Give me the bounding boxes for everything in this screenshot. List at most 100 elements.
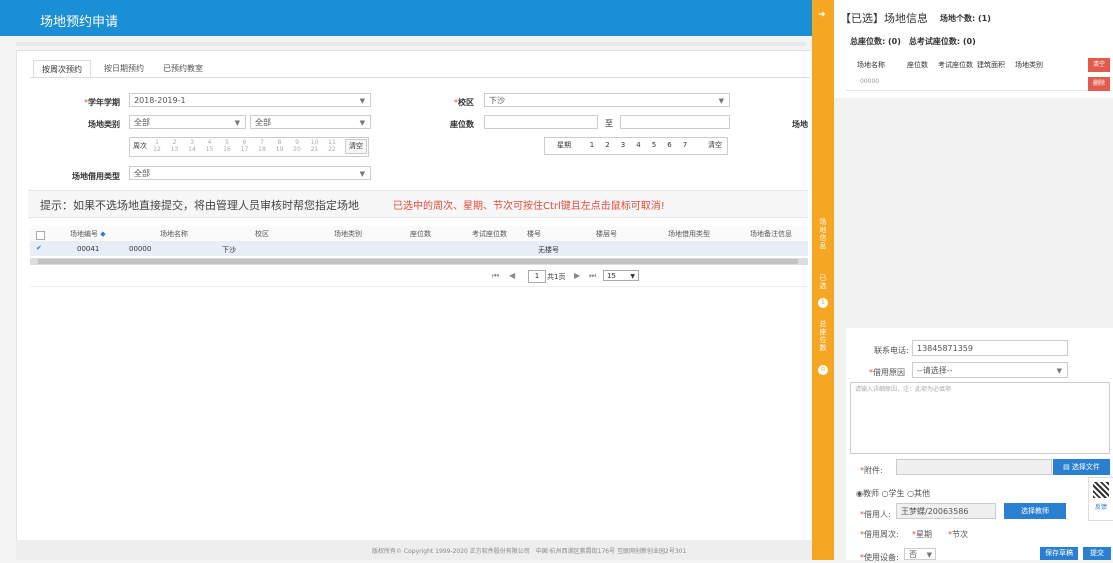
pager-size-select[interactable]: 15 ▼	[603, 270, 639, 281]
reason-select[interactable]: --请选择-- ▼	[912, 362, 1068, 378]
pager-next-icon[interactable]: ▶	[574, 271, 580, 280]
venue-count: 场地个数: (1)	[940, 14, 991, 23]
weekday-cell[interactable]: 4	[633, 138, 645, 153]
strip-venue-info[interactable]: 场地信息	[812, 218, 834, 250]
pager-first-icon[interactable]: ⏮	[492, 271, 499, 281]
col-remarks: 场地备注信息	[750, 230, 792, 238]
col-building: 楼号	[527, 230, 541, 238]
col-floor: 楼层号	[596, 230, 617, 238]
tab-by-week[interactable]: 按周次预约	[33, 60, 91, 78]
col-seats: 座位数	[410, 230, 431, 238]
arrow-right-icon[interactable]: ➜	[818, 10, 826, 20]
device-select[interactable]: 否 ▼	[904, 548, 936, 560]
weekday-cell[interactable]: 2	[602, 138, 614, 153]
seats-min-input[interactable]	[484, 115, 598, 129]
venue-type-select[interactable]: 全部 ▼	[129, 115, 246, 129]
pager-last-icon[interactable]: ⏭	[589, 271, 596, 281]
hint-warning: 已选中的周次、星期、节次可按住Ctrl键且左点击鼠标可取消!	[393, 201, 665, 212]
choose-file-button[interactable]: ▤ 选择文件	[1053, 459, 1110, 475]
week-cell[interactable]: 9	[291, 139, 303, 146]
save-draft-button[interactable]: 保存草稿	[1040, 547, 1078, 560]
strip-total-seats[interactable]: 总座位数	[812, 320, 834, 352]
selected-row-name: 00000	[860, 78, 880, 85]
weekday-cell[interactable]: 1	[586, 138, 598, 153]
role-radio-group[interactable]: ◉教师 ○学生 ○其他	[856, 488, 930, 499]
pager-page-input[interactable]: 1	[528, 270, 546, 283]
weekday-cell[interactable]: 6	[664, 138, 676, 153]
usage-type-select[interactable]: 全部 ▼	[129, 166, 371, 180]
chevron-down-icon: ▼	[234, 119, 240, 127]
seats-max-input[interactable]	[620, 115, 730, 129]
role-radio-other[interactable]: ○其他	[907, 489, 930, 498]
feedback-link[interactable]: 反馈	[1095, 502, 1107, 511]
col-usage-type: 场地借用类型	[668, 230, 710, 238]
cell-campus: 下沙	[222, 246, 236, 254]
venue-subtype-select[interactable]: 全部 ▼	[250, 115, 371, 129]
weekday-cell[interactable]: 7	[679, 138, 691, 153]
weekday-cell[interactable]: 3	[617, 138, 629, 153]
attach-input[interactable]	[896, 459, 1052, 475]
week-cell[interactable]: 18	[256, 146, 268, 153]
week-cell[interactable]: 8	[274, 139, 286, 146]
venue-label-cut: 场地	[792, 120, 808, 129]
week-cell[interactable]: 15	[204, 146, 216, 153]
semester-select[interactable]: 2018-2019-1 ▼	[129, 93, 371, 107]
sub-strip	[16, 42, 806, 46]
role-radio-teacher[interactable]: ◉教师	[856, 489, 879, 498]
col-venue-code[interactable]: 场地编号 ◆	[70, 229, 106, 239]
week-cell[interactable]: 17	[239, 146, 251, 153]
week-cell[interactable]: 1	[151, 139, 163, 146]
attach-label: *附件:	[860, 466, 883, 475]
chevron-down-icon: ▼	[1056, 367, 1062, 375]
tab-by-date[interactable]: 按日期预约	[104, 60, 144, 77]
week-cell[interactable]: 2	[169, 139, 181, 146]
week-cell[interactable]: 12	[151, 146, 163, 153]
week-cell[interactable]: 6	[239, 139, 251, 146]
week-cell[interactable]: 19	[274, 146, 286, 153]
week-cell[interactable]: 20	[291, 146, 303, 153]
device-label: *使用设备:	[860, 553, 899, 562]
scrollbar-thumb[interactable]	[38, 259, 798, 264]
row-check-icon[interactable]: ✔	[36, 244, 42, 252]
select-all-checkbox[interactable]	[36, 231, 45, 240]
week-cell[interactable]: 13	[169, 146, 181, 153]
delete-button[interactable]: 删除	[1088, 77, 1110, 91]
folder-icon: ▤	[1063, 463, 1070, 471]
total-seats-badge: 0	[818, 365, 828, 375]
cell-venue-name: 00000	[129, 245, 152, 253]
week-cell[interactable]: 16	[221, 146, 233, 153]
choose-teacher-button[interactable]: 选择教师	[1004, 503, 1066, 519]
week-cell[interactable]: 21	[309, 146, 321, 153]
week-cell[interactable]: 7	[256, 139, 268, 146]
phone-input[interactable]: 13845871359	[912, 340, 1068, 356]
week-cell[interactable]: 4	[204, 139, 216, 146]
usage-type-label: 场地借用类型	[72, 172, 120, 181]
weekday-cell[interactable]: 5	[648, 138, 660, 153]
selected-title: 【已选】场地信息	[840, 12, 928, 25]
clear-button[interactable]: 清空	[1088, 58, 1110, 72]
week-clear-button[interactable]: 清空	[345, 139, 367, 154]
week-cell[interactable]: 3	[186, 139, 198, 146]
submit-button[interactable]: 提交	[1083, 547, 1111, 560]
page-title: 场地预约申请	[40, 15, 119, 30]
tab-booked[interactable]: 已预约教室	[163, 60, 203, 77]
week-cell[interactable]: 10	[309, 139, 321, 146]
col-name: 场地名称	[857, 61, 885, 69]
borrower-input[interactable]: 王梦蝶/20063586	[896, 503, 996, 519]
sort-icon: ◆	[100, 230, 106, 238]
chevron-down-icon: ▼	[630, 273, 635, 280]
week-cell[interactable]: 22	[326, 146, 338, 153]
qr-widget[interactable]: 反馈	[1088, 477, 1113, 521]
strip-selected[interactable]: 已选	[812, 274, 834, 290]
week-cell[interactable]: 11	[326, 139, 338, 146]
weekday-label-right: *星期	[912, 530, 932, 539]
week-cell[interactable]: 5	[221, 139, 233, 146]
reason-detail-textarea[interactable]: 请输入详细原因，注：此项为必填项	[850, 382, 1110, 454]
role-radio-student[interactable]: ○学生	[882, 489, 905, 498]
pager-prev-icon[interactable]: ◀	[509, 271, 515, 280]
weekday-clear-button[interactable]: 清空	[705, 138, 725, 153]
col-exam-seats: 考试座位数	[472, 230, 507, 238]
row-divider	[846, 90, 1088, 91]
campus-select[interactable]: 下沙 ▼	[484, 93, 730, 107]
week-cell[interactable]: 14	[186, 146, 198, 153]
